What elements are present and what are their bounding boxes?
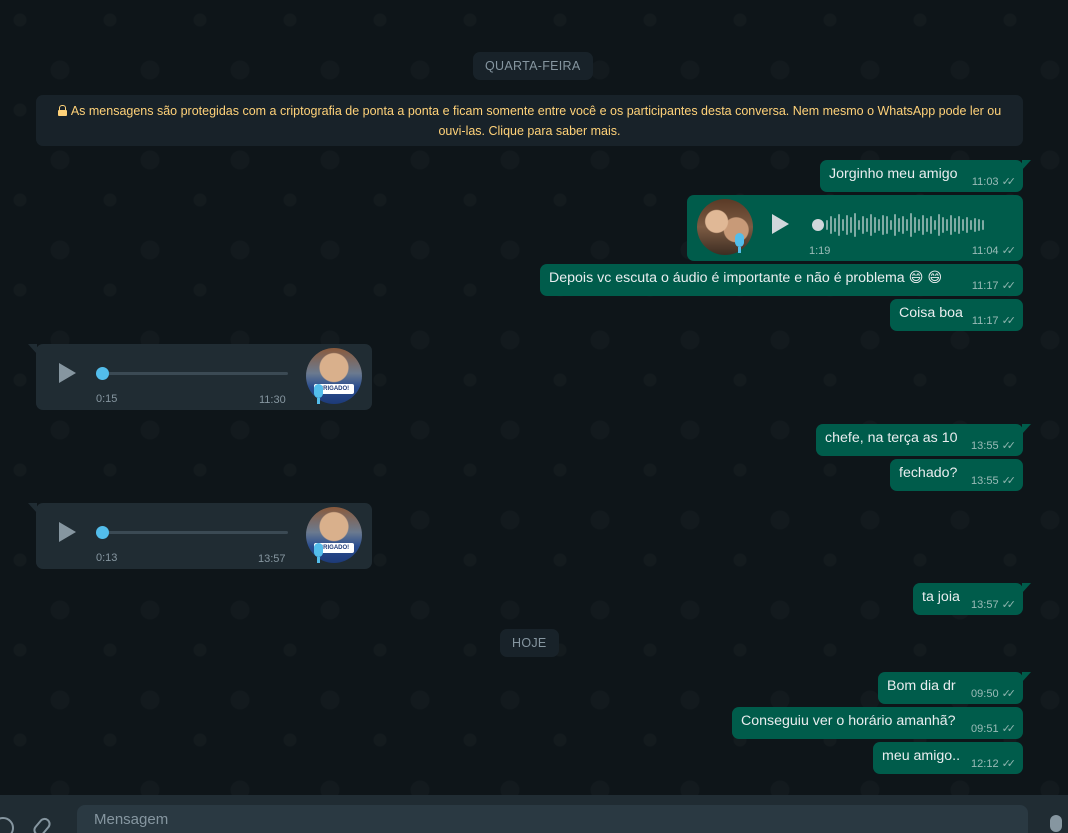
message-time: 13:55 (971, 474, 999, 487)
message-meta: 12:12 ✓✓ (971, 757, 1017, 771)
message-time: 11:03 (971, 175, 999, 188)
message-meta: 13:55 ✓✓ (971, 439, 1017, 453)
message-time: 11:30 (259, 394, 286, 406)
attach-icon[interactable] (30, 815, 54, 833)
message-text: fechado? (899, 465, 958, 481)
message-text: Jorginho meu amigo (829, 166, 958, 182)
double-check-icon: ✓✓ (1001, 280, 1017, 292)
outgoing-message[interactable]: Conseguiu ver o horário amanhã? 09:51 ✓✓ (732, 707, 1023, 739)
date-label: QUARTA-FEIRA (485, 59, 581, 73)
message-text: meu amigo.. (882, 748, 961, 764)
message-meta: 13:55 ✓✓ (971, 474, 1017, 488)
outgoing-message[interactable]: Bom dia dr 09:50 ✓✓ (878, 672, 1031, 704)
message-text: Coisa boa (899, 305, 963, 321)
message-meta: 13:57 ✓✓ (971, 598, 1017, 612)
outgoing-audio-message[interactable]: 1:19 11:04 ✓✓ (687, 195, 1023, 261)
outgoing-message[interactable]: Jorginho meu amigo 11:03 ✓✓ (820, 160, 1031, 192)
date-label: HOJE (512, 636, 547, 650)
audio-seek-knob[interactable] (96, 367, 109, 380)
message-text: Depois vc escuta o áudio é importante e … (549, 270, 943, 286)
message-composer (0, 795, 1068, 833)
outgoing-message[interactable]: Depois vc escuta o áudio é importante e … (540, 264, 1023, 296)
message-text: Bom dia dr (887, 678, 956, 694)
double-check-icon: ✓✓ (1001, 245, 1017, 257)
outgoing-message[interactable]: Coisa boa 11:17 ✓✓ (890, 299, 1023, 331)
message-meta: 09:51 ✓✓ (971, 722, 1017, 736)
message-time: 12:12 (971, 757, 999, 770)
message-meta: 11:17 ✓✓ (971, 314, 1017, 328)
outgoing-message[interactable]: fechado? 13:55 ✓✓ (890, 459, 1023, 491)
double-check-icon: ✓✓ (1001, 475, 1017, 487)
message-time: 13:55 (971, 439, 999, 452)
audio-seek-knob[interactable] (812, 219, 824, 231)
message-input[interactable] (77, 805, 1028, 833)
audio-progress-track[interactable] (96, 372, 288, 375)
audio-duration: 0:13 (96, 552, 118, 564)
message-time: 11:04 (971, 244, 999, 257)
outgoing-message[interactable]: ta joia 13:57 ✓✓ (913, 583, 1031, 615)
message-text: ta joia (922, 589, 960, 605)
double-check-icon: ✓✓ (1001, 315, 1017, 327)
message-time: 11:17 (971, 314, 999, 327)
message-time: 09:50 (971, 687, 999, 700)
emoji-icon[interactable] (0, 817, 14, 833)
lock-icon (57, 105, 67, 116)
mic-icon (314, 543, 323, 563)
play-button[interactable] (59, 363, 76, 383)
encryption-notice[interactable]: As mensagens são protegidas com a cripto… (36, 95, 1023, 146)
message-text: Conseguiu ver o horário amanhã? (741, 713, 956, 729)
chat-background: QUARTA-FEIRA As mensagens são protegidas… (0, 0, 1068, 795)
incoming-audio-message[interactable]: 0:13 13:57 BRIGADO! (28, 503, 372, 569)
double-check-icon: ✓✓ (1001, 176, 1017, 188)
message-meta: 11:17 ✓✓ (971, 279, 1017, 293)
date-divider-wednesday: QUARTA-FEIRA (473, 52, 593, 80)
audio-duration: 1:19 (809, 245, 831, 257)
audio-progress-track[interactable] (96, 531, 288, 534)
date-divider-today: HOJE (500, 629, 559, 657)
message-meta: 09:50 ✓✓ (971, 687, 1017, 701)
double-check-icon: ✓✓ (1001, 723, 1017, 735)
message-time: 11:17 (971, 279, 999, 292)
message-meta: 11:04 ✓✓ (971, 244, 1017, 258)
outgoing-message[interactable]: chefe, na terça as 10 13:55 ✓✓ (816, 424, 1031, 456)
message-meta: 11:03 ✓✓ (971, 175, 1017, 189)
double-check-icon: ✓✓ (1001, 758, 1017, 770)
incoming-audio-message[interactable]: 0:15 11:30 BRIGADO! (28, 344, 372, 410)
avatar (697, 199, 753, 255)
outgoing-message[interactable]: meu amigo.. 12:12 ✓✓ (873, 742, 1023, 774)
encryption-notice-text: As mensagens são protegidas com a cripto… (70, 104, 1002, 138)
mic-icon[interactable] (1050, 815, 1062, 832)
audio-seek-knob[interactable] (96, 526, 109, 539)
message-time: 09:51 (971, 722, 999, 735)
audio-waveform[interactable] (826, 212, 984, 238)
mic-icon (314, 384, 323, 404)
message-text: chefe, na terça as 10 (825, 430, 958, 446)
play-button[interactable] (59, 522, 76, 542)
double-check-icon: ✓✓ (1001, 440, 1017, 452)
mic-icon (735, 233, 744, 253)
double-check-icon: ✓✓ (1001, 599, 1017, 611)
audio-duration: 0:15 (96, 393, 118, 405)
message-time: 13:57 (258, 553, 286, 565)
message-time: 13:57 (971, 598, 999, 611)
double-check-icon: ✓✓ (1001, 688, 1017, 700)
play-button[interactable] (772, 214, 789, 234)
